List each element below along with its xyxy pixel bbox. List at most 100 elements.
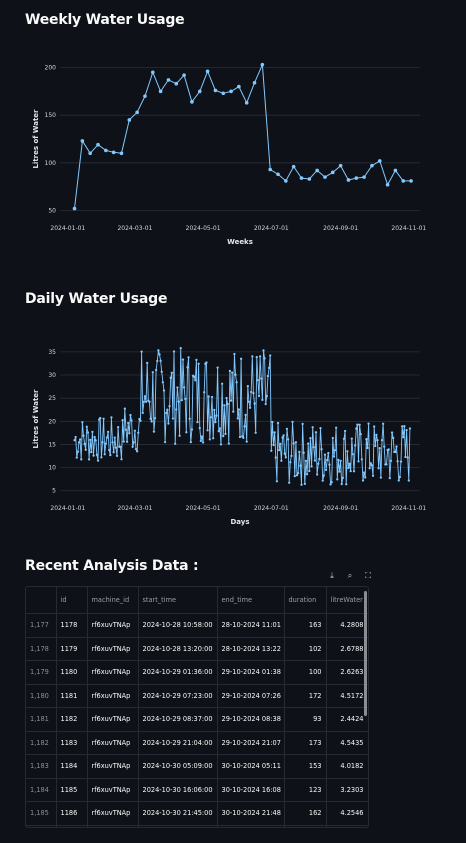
data-point[interactable] (400, 425, 404, 428)
data-point[interactable] (336, 478, 339, 481)
data-point[interactable] (116, 426, 120, 429)
data-point[interactable] (274, 456, 277, 459)
data-point[interactable] (310, 465, 313, 468)
data-point[interactable] (114, 446, 118, 449)
data-point[interactable] (368, 467, 371, 470)
data-point[interactable] (165, 411, 168, 415)
data-point[interactable] (365, 438, 368, 441)
data-point[interactable] (359, 432, 362, 436)
data-point[interactable] (85, 425, 88, 428)
data-point[interactable] (78, 438, 82, 441)
data-point[interactable] (236, 417, 239, 420)
cell-litre-water[interactable]: 4.0182 (326, 754, 368, 779)
data-point[interactable] (290, 454, 293, 458)
cell-litre-water[interactable]: 3.2303 (326, 778, 368, 802)
data-point[interactable] (128, 432, 131, 435)
data-point[interactable] (122, 440, 125, 443)
data-point[interactable] (314, 431, 318, 434)
data-point[interactable] (170, 371, 173, 374)
id-header[interactable]: id (56, 587, 88, 614)
cell-duration[interactable]: 163 (284, 613, 327, 638)
data-point[interactable] (311, 426, 314, 429)
data-point[interactable] (221, 91, 226, 96)
data-point[interactable] (106, 430, 110, 434)
data-point[interactable] (298, 450, 301, 454)
data-point[interactable] (362, 175, 366, 179)
data-point[interactable] (358, 423, 361, 426)
data-point[interactable] (190, 100, 194, 104)
cell-end-time[interactable]: 30-10-2024 05:11 (217, 754, 285, 779)
data-point[interactable] (268, 167, 272, 172)
data-point[interactable] (239, 357, 243, 360)
data-point[interactable] (101, 441, 104, 444)
cell-duration[interactable]: 102 (284, 637, 327, 661)
cell-id[interactable]: 1179 (56, 637, 88, 661)
cell-start-time[interactable]: 2024-10-30 16:06:00 (138, 778, 218, 802)
data-point[interactable] (100, 456, 103, 459)
duration-header[interactable]: duration (284, 587, 327, 614)
daily-chart[interactable]: 5 10 15 20 25 30 35 2024-01-01 2024-03-01 2024-05… (0, 330, 466, 530)
data-point[interactable] (246, 384, 249, 388)
data-point[interactable] (343, 429, 347, 433)
data-point[interactable] (179, 347, 182, 350)
data-point[interactable] (124, 428, 128, 431)
cell-duration[interactable]: 153 (284, 754, 327, 779)
data-point[interactable] (301, 422, 304, 426)
row-index[interactable]: 1,186 (26, 825, 57, 827)
cell-machine-id[interactable]: rf6xuvTNAp (87, 754, 139, 779)
data-point[interactable] (242, 436, 245, 439)
data-point[interactable] (342, 437, 346, 441)
data-point[interactable] (264, 402, 267, 406)
data-point[interactable] (323, 175, 327, 179)
data-point[interactable] (162, 389, 166, 392)
data-point[interactable] (392, 436, 395, 440)
data-point[interactable] (315, 168, 319, 173)
data-point[interactable] (250, 390, 253, 394)
data-point[interactable] (300, 483, 303, 486)
cell-machine-id[interactable]: rf6xuvTNAp (87, 684, 139, 708)
data-point[interactable] (160, 370, 163, 373)
data-point[interactable] (229, 399, 233, 402)
data-point[interactable] (406, 456, 409, 459)
data-point[interactable] (123, 407, 126, 410)
data-point[interactable] (407, 479, 410, 482)
data-point[interactable] (197, 362, 200, 365)
data-point[interactable] (245, 440, 248, 443)
data-point[interactable] (166, 78, 171, 82)
weekly-chart[interactable]: 50 100 150 200 2024-01-01 2024-03-01 2024-05-0… (0, 50, 466, 250)
data-point[interactable] (354, 444, 357, 447)
data-point[interactable] (220, 382, 224, 385)
data-point[interactable] (341, 476, 345, 480)
end-time-header[interactable]: end_time (217, 587, 285, 614)
data-point[interactable] (186, 366, 189, 369)
data-point[interactable] (77, 441, 81, 444)
weekly-chart-svg[interactable]: 50 100 150 200 2024-01-01 2024-03-01 2024-05-0… (0, 50, 466, 250)
data-point[interactable] (189, 440, 192, 444)
data-point[interactable] (401, 179, 406, 183)
data-point[interactable] (381, 422, 385, 425)
data-point[interactable] (190, 428, 194, 431)
data-point[interactable] (223, 404, 226, 407)
data-point[interactable] (355, 427, 358, 430)
data-point[interactable] (304, 459, 308, 463)
data-point[interactable] (338, 470, 341, 473)
data-point[interactable] (305, 473, 309, 476)
row-index[interactable]: 1,183 (26, 754, 57, 779)
data-point[interactable] (265, 394, 268, 398)
data-point[interactable] (313, 459, 317, 462)
data-point[interactable] (135, 110, 139, 115)
data-point[interactable] (229, 89, 233, 94)
data-point[interactable] (163, 440, 167, 444)
row-index[interactable]: 1,184 (26, 778, 57, 802)
data-point[interactable] (324, 468, 328, 472)
data-point[interactable] (323, 453, 327, 456)
data-point[interactable] (307, 442, 310, 445)
data-point[interactable] (148, 400, 151, 403)
data-point[interactable] (385, 463, 388, 466)
data-point[interactable] (388, 476, 391, 480)
cell-end-time[interactable]: 31-10-2024 04:00 (217, 825, 285, 827)
data-point[interactable] (206, 429, 209, 432)
data-point[interactable] (320, 448, 323, 451)
data-point[interactable] (243, 425, 246, 428)
data-point[interactable] (348, 462, 351, 465)
